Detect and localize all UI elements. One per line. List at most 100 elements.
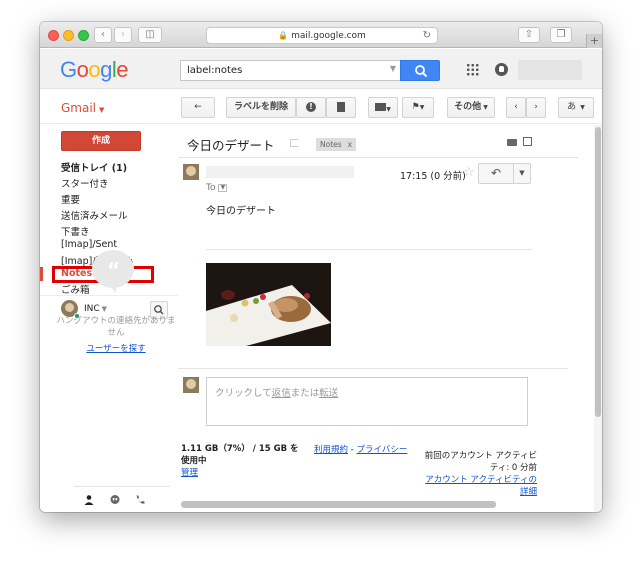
- hangouts-empty-message: ハングアウトの連絡先がありません: [56, 316, 176, 338]
- nav-item-sent[interactable]: 送信済みメール: [61, 208, 128, 222]
- manage-storage-link[interactable]: 管理: [181, 468, 198, 478]
- browser-titlebar: ‹ › ◫ 🔒 mail.google.com ↻ ⇧ ❐ +: [40, 22, 602, 48]
- search-query: label:notes: [187, 65, 243, 76]
- remove-label-chip-icon[interactable]: x: [348, 140, 352, 149]
- action-toolbar: Gmail ▼ ← ラベルを削除 ! ▼ ⚑▼ その他 ▼ ‹ › あ ▼: [40, 90, 602, 124]
- reply-link[interactable]: 返信: [272, 388, 291, 399]
- reply-prompt: クリックして返信または転送: [215, 385, 338, 399]
- nav-item-drafts[interactable]: 下書き: [61, 224, 90, 238]
- nav-item-starred[interactable]: スター付き: [61, 176, 109, 190]
- dessert-photo[interactable]: [206, 263, 331, 346]
- nav-item-label: [Imap]/Sent: [61, 239, 118, 250]
- back-button[interactable]: ‹: [94, 27, 112, 43]
- zoom-window-button[interactable]: [78, 30, 89, 41]
- chat-footer-bar: [74, 486, 170, 512]
- message-view: 今日のデザート Notes x To ▼ 17:15 (0 分前) ☆ ↶ ▼ 今日…: [178, 125, 594, 512]
- message-body: 今日のデザート: [206, 206, 276, 217]
- search-input[interactable]: label:notes ▼: [180, 60, 402, 81]
- reload-icon[interactable]: ↻: [423, 28, 431, 43]
- minimize-window-button[interactable]: [63, 30, 74, 41]
- open-in-new-window-icon[interactable]: [523, 137, 532, 146]
- caret-down-icon: ▼: [519, 169, 525, 177]
- remove-label-text: ラベルを削除: [233, 102, 288, 112]
- caret-down-icon: ▼: [101, 305, 108, 313]
- address-bar[interactable]: 🔒 mail.google.com ↻: [206, 27, 438, 44]
- more-button[interactable]: その他 ▼: [447, 97, 495, 118]
- sender-avatar[interactable]: [183, 164, 199, 180]
- forward-link[interactable]: 転送: [319, 388, 338, 399]
- apps-grid-icon[interactable]: [466, 63, 479, 76]
- nav-item-inbox[interactable]: 受信トレイ (1): [61, 160, 127, 174]
- caret-down-icon: ▼: [419, 104, 425, 111]
- left-navigation: 作成 受信トレイ (1) スター付き 重要 送信済みメール 下書き [Imap]…: [40, 125, 178, 512]
- sender-name[interactable]: [206, 166, 354, 178]
- more-reply-options-button[interactable]: ▼: [513, 163, 531, 184]
- older-message-button[interactable]: ›: [526, 97, 546, 118]
- nav-item-trash[interactable]: ごみ箱: [61, 282, 90, 296]
- search-button[interactable]: [400, 60, 440, 81]
- privacy-link[interactable]: プライバシー: [357, 445, 408, 455]
- person-icon[interactable]: [83, 494, 95, 506]
- labels-button[interactable]: ⚑▼: [402, 97, 434, 118]
- avatar: [183, 377, 199, 393]
- show-details-icon[interactable]: ▼: [218, 183, 228, 192]
- forward-button[interactable]: ›: [114, 27, 132, 43]
- sidebar-toggle-button[interactable]: ◫: [138, 27, 162, 43]
- nav-item-label: 受信トレイ (1): [61, 163, 128, 174]
- sidebar-icon: ◫: [145, 29, 155, 40]
- label-chip[interactable]: Notes x: [316, 138, 357, 151]
- star-icon[interactable]: ☆: [463, 165, 475, 180]
- quick-reply-box[interactable]: クリックして返信または転送: [206, 377, 528, 426]
- label-chip-text: Notes: [320, 140, 342, 149]
- chevron-left-icon: ‹: [101, 29, 105, 40]
- newer-message-button[interactable]: ‹: [506, 97, 526, 118]
- caret-down-icon: ▼: [483, 104, 488, 111]
- chat-user-name: INC: [84, 304, 100, 314]
- close-window-button[interactable]: [48, 30, 59, 41]
- horizontal-scrollbar[interactable]: [181, 501, 496, 508]
- delete-button[interactable]: [326, 97, 356, 118]
- gmail-menu[interactable]: Gmail ▼: [61, 101, 104, 115]
- share-button[interactable]: ⇧: [518, 27, 540, 43]
- vertical-scrollbar[interactable]: [594, 125, 602, 512]
- scrollbar-thumb[interactable]: [595, 127, 601, 417]
- folder-icon: [375, 103, 387, 111]
- chat-user-menu[interactable]: INC ▼: [84, 304, 107, 314]
- recipient-line[interactable]: To ▼: [206, 183, 228, 193]
- search-icon: [415, 65, 428, 78]
- logo-letter: o: [88, 57, 101, 82]
- dessert-image: [206, 263, 331, 346]
- reply-button[interactable]: ↶: [478, 163, 514, 184]
- report-spam-button[interactable]: !: [296, 97, 326, 118]
- activity-details-link[interactable]: アカウント アクティビティの詳細: [419, 474, 537, 498]
- message-subject: 今日のデザート: [187, 138, 275, 153]
- notifications-icon[interactable]: [495, 63, 508, 76]
- input-tools-button[interactable]: あ ▼: [558, 97, 594, 118]
- terms-link[interactable]: 利用規約: [314, 445, 348, 455]
- nav-item-imap-sent[interactable]: [Imap]/Sent: [61, 239, 117, 250]
- account-area[interactable]: [518, 60, 582, 80]
- phone-icon[interactable]: [134, 494, 146, 506]
- search-options-icon[interactable]: ▼: [390, 64, 396, 73]
- plus-icon: +: [589, 34, 600, 47]
- label-tag-icon: ⚑: [411, 102, 420, 112]
- find-people-link[interactable]: ユーザーを探す: [54, 342, 178, 354]
- caret-down-icon: ▼: [386, 106, 391, 113]
- google-logo[interactable]: Google: [60, 57, 129, 83]
- hangouts-icon[interactable]: [109, 494, 121, 506]
- move-to-button[interactable]: ▼: [368, 97, 398, 118]
- tabs-icon: ❐: [556, 29, 566, 40]
- nav-item-important[interactable]: 重要: [61, 192, 80, 206]
- logo-letter: e: [116, 57, 129, 82]
- print-icon[interactable]: [507, 139, 517, 146]
- input-tools-label: あ: [567, 102, 577, 112]
- chevron-right-icon: ›: [121, 29, 125, 40]
- new-tab-button[interactable]: +: [586, 34, 602, 48]
- lock-icon: 🔒: [278, 31, 289, 40]
- remove-label-button[interactable]: ラベルを削除: [226, 97, 296, 118]
- tabs-overview-button[interactable]: ❐: [550, 27, 572, 43]
- important-marker-icon[interactable]: [290, 139, 299, 147]
- compose-button[interactable]: 作成: [61, 131, 141, 151]
- back-to-list-button[interactable]: ←: [181, 97, 215, 118]
- hangouts-logo-icon: “: [92, 250, 134, 293]
